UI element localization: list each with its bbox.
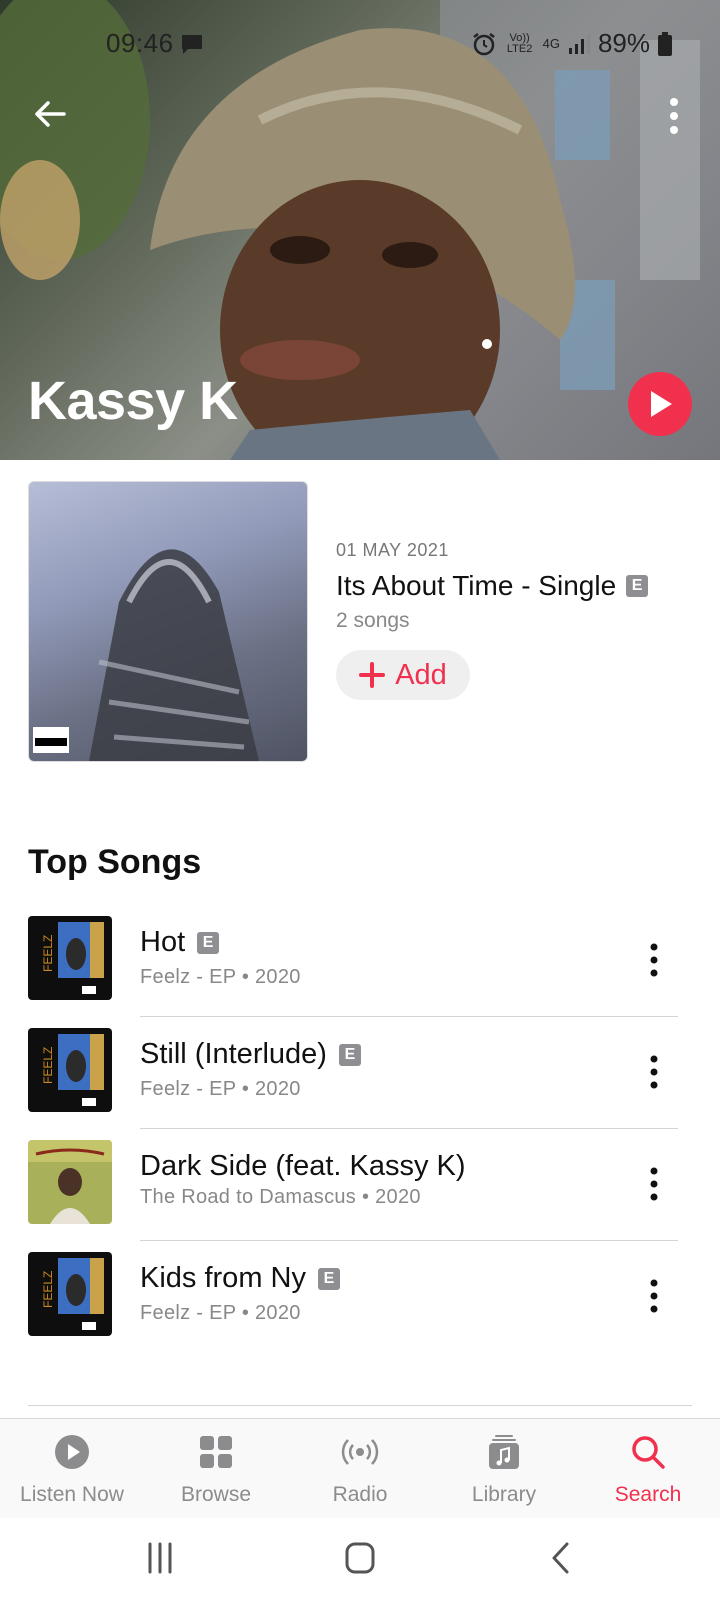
play-circle-icon (55, 1435, 89, 1469)
svg-text:FEELZ: FEELZ (41, 1271, 55, 1308)
tab-library[interactable]: Library (432, 1433, 576, 1513)
release-date: 01 MAY 2021 (336, 540, 449, 560)
release-title: Its About Time - Single (336, 570, 617, 601)
tab-label: Listen Now (20, 1483, 124, 1506)
message-notification-icon (182, 35, 202, 54)
system-back-icon[interactable] (542, 1540, 582, 1576)
battery-percentage: 89% (597, 28, 650, 58)
tab-label: Browse (180, 1483, 252, 1506)
song-artwork: FEELZ (28, 1252, 112, 1336)
song-title: Kids from Ny (140, 1262, 306, 1294)
row-divider (140, 1240, 678, 1241)
album-cover-image (29, 482, 307, 761)
tab-listen-now[interactable]: Listen Now (0, 1433, 144, 1513)
tab-radio[interactable]: Radio (288, 1433, 432, 1513)
network-type-label: 4G (542, 36, 560, 51)
plus-icon (359, 662, 386, 688)
row-divider (140, 1128, 678, 1129)
song-artwork: FEELZ (28, 1028, 112, 1112)
grid-icon (200, 1436, 232, 1468)
signal-strength-icon (568, 33, 590, 54)
song-title: Hot (140, 926, 186, 958)
song-title-row: Dark Side (feat. Kassy K) (140, 1150, 466, 1183)
play-icon (651, 391, 672, 417)
tab-browse[interactable]: Browse (144, 1433, 288, 1513)
song-more-options-icon[interactable] (646, 942, 662, 978)
library-icon (489, 1435, 519, 1469)
release-song-count: 2 songs (336, 609, 410, 632)
explicit-badge: E (317, 1267, 340, 1290)
song-subtitle: Feelz - EP • 2020 (140, 1078, 301, 1100)
song-subtitle: Feelz - EP • 2020 (140, 966, 301, 988)
song-title: Dark Side (feat. Kassy K) (140, 1150, 466, 1182)
search-icon (632, 1436, 665, 1469)
add-button-label: Add (395, 658, 447, 691)
volte-label: Vo)) LTE2 (506, 31, 533, 55)
recent-apps-icon[interactable] (140, 1540, 180, 1576)
song-more-options-icon[interactable] (646, 1166, 662, 1202)
tab-label: Library (471, 1483, 537, 1506)
road-to-damascus-cover-image (28, 1140, 112, 1224)
more-options-icon[interactable] (662, 96, 686, 136)
battery-icon (658, 31, 672, 56)
song-title: Still (Interlude) (140, 1038, 327, 1070)
status-bar: 09:46 Vo)) LTE2 4G 89% (0, 0, 720, 88)
song-artwork: FEELZ (28, 916, 112, 1000)
explicit-badge: E (626, 575, 649, 597)
release-title-row[interactable]: Its About Time - Single E (336, 570, 649, 602)
status-time: 09:46 (106, 28, 174, 58)
feelz-cover-image: FEELZ (28, 1028, 112, 1112)
system-navigation-bar (0, 1518, 720, 1600)
song-title-row: Hot E (140, 926, 220, 959)
explicit-badge: E (338, 1043, 361, 1066)
radio-icon (341, 1439, 379, 1465)
song-row-kids-from-ny[interactable]: FEELZ Kids from Ny E Feelz - EP • 2020 (0, 1246, 720, 1358)
tab-label: Search (614, 1483, 682, 1506)
song-artwork (28, 1140, 112, 1224)
add-release-button[interactable]: Add (336, 650, 470, 700)
song-more-options-icon[interactable] (646, 1278, 662, 1314)
svg-text:FEELZ: FEELZ (41, 1047, 55, 1084)
tab-label: Radio (332, 1483, 388, 1506)
home-icon[interactable] (340, 1540, 380, 1576)
top-songs-heading[interactable]: Top Songs (28, 843, 201, 882)
tab-search[interactable]: Search (576, 1433, 720, 1513)
status-indicators: Vo)) LTE2 4G 89% (471, 28, 672, 59)
feelz-cover-image: FEELZ (28, 916, 112, 1000)
song-more-options-icon[interactable] (646, 1054, 662, 1090)
song-title-row: Still (Interlude) E (140, 1038, 361, 1071)
bottom-tab-bar: Listen Now Browse Radio Library Search (0, 1418, 720, 1519)
song-row-still-interlude[interactable]: FEELZ Still (Interlude) E Feelz - EP • 2… (0, 1022, 720, 1134)
section-divider (28, 1405, 692, 1406)
feelz-cover-image: FEELZ (28, 1252, 112, 1336)
song-title-row: Kids from Ny E (140, 1262, 340, 1295)
song-row-hot[interactable]: FEELZ Hot E Feelz - EP • 2020 (0, 910, 720, 1022)
svg-text:FEELZ: FEELZ (41, 935, 55, 972)
play-artist-button[interactable] (628, 372, 692, 436)
latest-release-artwork[interactable] (28, 481, 308, 762)
row-divider (140, 1016, 678, 1017)
song-subtitle: Feelz - EP • 2020 (140, 1302, 301, 1324)
back-arrow-icon[interactable] (28, 92, 72, 136)
artist-name: Kassy K (28, 371, 238, 431)
song-row-dark-side[interactable]: Dark Side (feat. Kassy K) The Road to Da… (0, 1134, 720, 1246)
song-subtitle: The Road to Damascus • 2020 (140, 1186, 421, 1208)
alarm-icon (472, 32, 495, 55)
artist-hero: 09:46 Vo)) LTE2 4G 89% Kassy K (0, 0, 720, 460)
explicit-badge: E (197, 931, 220, 954)
